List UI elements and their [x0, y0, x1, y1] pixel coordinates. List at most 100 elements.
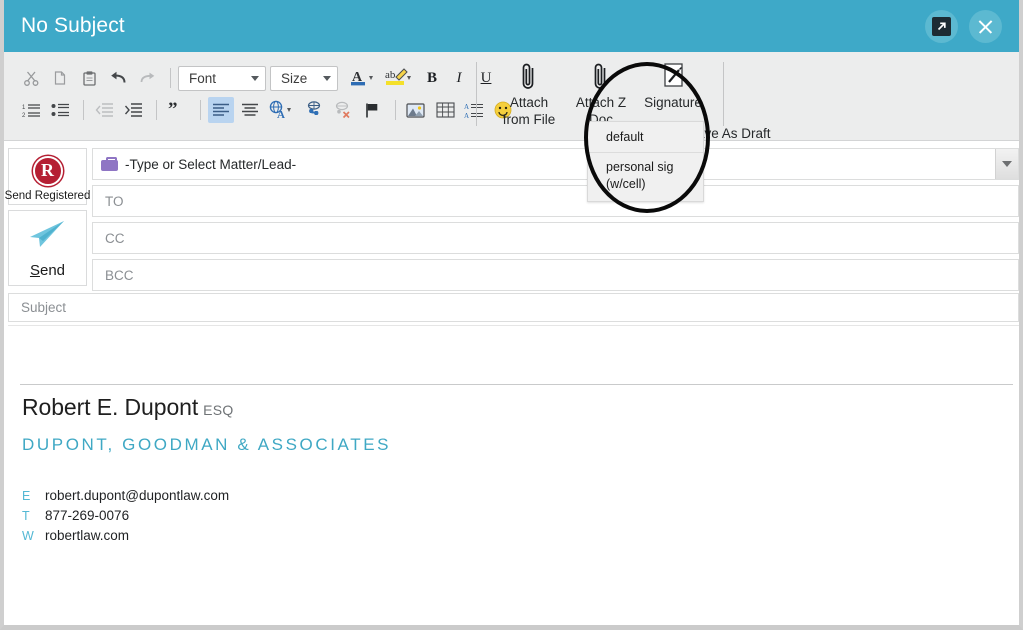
font-size-label: Size [281, 70, 308, 86]
signature-button[interactable]: Signature [637, 60, 709, 111]
toolbar-divider [170, 68, 171, 88]
subject-field-placeholder: Subject [21, 300, 67, 315]
registered-mark-icon: R [32, 155, 63, 186]
to-field-placeholder: TO [105, 193, 124, 209]
matter-lead-dropdown-button[interactable] [995, 149, 1018, 179]
insert-table-button[interactable] [432, 97, 458, 123]
contact-key-website: W [22, 529, 34, 543]
cut-button[interactable] [18, 65, 44, 91]
signature-name-text: Robert E. Dupont [22, 394, 199, 420]
recipient-fields: -Type or Select Matter/Lead- TO CC BCC [92, 148, 1019, 296]
send-button[interactable]: Send [8, 210, 87, 286]
redo-button[interactable] [134, 65, 160, 91]
align-center-button[interactable] [237, 97, 263, 123]
flag-button[interactable] [359, 97, 385, 123]
svg-text:ab: ab [385, 69, 396, 81]
signature-menu-item-default[interactable]: default [588, 126, 703, 149]
signature-menu-item-personal-sig[interactable]: personal sig [588, 156, 703, 176]
email-signature-block: Robert E. Dupont ESQ DUPONT, GOODMAN & AS… [22, 394, 391, 546]
signature-contact-email: E robert.dupont@dupontlaw.com [22, 486, 391, 506]
svg-text:2: 2 [22, 113, 26, 118]
toolbar-divider [83, 100, 84, 120]
insert-link-button[interactable] [301, 97, 327, 123]
font-family-select[interactable]: Font [178, 65, 266, 91]
decrease-indent-button[interactable] [91, 97, 117, 123]
signature-menu-item-personal-sig-cell[interactable]: (w/cell) [588, 176, 703, 196]
signature-contact-phone: T 877-269-0076 [22, 506, 391, 526]
popout-button[interactable] [925, 9, 958, 43]
italic-button[interactable]: I [447, 65, 471, 91]
undo-button[interactable] [105, 65, 131, 91]
increase-indent-button[interactable] [120, 97, 146, 123]
blockquote-button[interactable]: ” [164, 97, 190, 123]
toolbar-divider [156, 100, 157, 120]
paste-button[interactable] [76, 65, 102, 91]
contact-key-email: E [22, 489, 31, 503]
highlight-button[interactable]: ab [383, 65, 417, 91]
signature-firm-name: DUPONT, GOODMAN & ASSOCIATES [22, 435, 392, 454]
send-registered-button[interactable]: R Send Registered [5, 148, 90, 205]
cc-field[interactable]: CC [92, 222, 1019, 254]
menu-divider [588, 152, 703, 153]
contact-value-website: robertlaw.com [45, 528, 130, 543]
editor-toolbar: Font Size A ab B I U 1 2 ” A A A Attach … [4, 52, 1019, 141]
signature-contact-website: W robertlaw.com [22, 526, 391, 546]
window-title-bar: No Subject [4, 0, 1019, 52]
to-field[interactable]: TO [92, 185, 1019, 217]
insert-image-button[interactable] [403, 97, 429, 123]
copy-button[interactable] [47, 65, 73, 91]
svg-text:A: A [464, 112, 469, 119]
bold-button[interactable]: B [420, 65, 444, 91]
close-icon [977, 18, 994, 35]
font-family-label: Font [189, 70, 217, 86]
subject-field[interactable]: Subject [8, 293, 1019, 322]
window-actions [925, 9, 1002, 43]
close-button[interactable] [969, 9, 1002, 43]
chevron-down-icon [251, 75, 259, 81]
contact-key-phone: T [22, 509, 30, 523]
toolbar-divider [723, 62, 724, 126]
language-button[interactable]: A [266, 97, 298, 123]
matter-lead-field[interactable]: -Type or Select Matter/Lead- [92, 148, 1019, 180]
send-label-accesskey: S [29, 261, 40, 279]
attach-from-file-button[interactable]: Attach from File [493, 60, 565, 128]
compose-email-window: No Subject Font Size A ab B I U 1 2 ” A … [0, 0, 1023, 630]
send-label-rest: end [39, 261, 66, 279]
font-size-select[interactable]: Size [270, 65, 338, 91]
chevron-down-icon [323, 75, 331, 81]
toolbar-divider [200, 100, 201, 120]
svg-text:1: 1 [22, 105, 26, 111]
toolbar-row-clipboard: Font Size A ab B I U [18, 64, 501, 92]
attach-z-doc-button[interactable]: Attach Z Doc [565, 60, 637, 128]
popout-arrow-icon [932, 16, 951, 36]
matter-lead-value: -Type or Select Matter/Lead- [125, 156, 297, 172]
svg-text:A: A [277, 109, 285, 120]
signature-label: Signature [644, 95, 702, 110]
briefcase-icon [101, 157, 118, 171]
svg-text:A: A [464, 103, 469, 111]
remove-link-button[interactable] [330, 97, 356, 123]
bullet-list-button[interactable] [47, 97, 73, 123]
signature-dropdown-menu: default personal sig (w/cell) [587, 121, 704, 202]
signature-contact-list: E robert.dupont@dupontlaw.com T 877-269-… [22, 486, 391, 546]
toolbar-divider [476, 62, 477, 126]
toolbar-divider [395, 100, 396, 120]
page-title: No Subject [21, 14, 125, 37]
bcc-field-placeholder: BCC [105, 267, 134, 283]
bcc-field[interactable]: BCC [92, 259, 1019, 291]
signature-name: Robert E. Dupont ESQ [22, 394, 391, 424]
send-actions-rail: R Send Registered Send [5, 148, 90, 286]
chevron-down-icon [1002, 161, 1012, 167]
send-registered-label: Send Registered [4, 189, 91, 202]
numbered-list-button[interactable]: 1 2 [18, 97, 44, 123]
paperclip-icon [590, 60, 612, 94]
signature-divider [20, 384, 1013, 385]
toolbar-row-paragraph: 1 2 ” A A A [18, 96, 519, 124]
align-left-button[interactable] [208, 97, 234, 123]
font-color-button[interactable]: A [348, 65, 380, 91]
signature-suffix: ESQ [203, 402, 234, 418]
email-body-editor[interactable]: Robert E. Dupont ESQ DUPONT, GOODMAN & AS… [8, 325, 1019, 625]
attach-from-file-label: Attach from File [502, 95, 556, 127]
paper-plane-icon [28, 218, 68, 255]
contact-value-phone: 877-269-0076 [45, 508, 130, 523]
